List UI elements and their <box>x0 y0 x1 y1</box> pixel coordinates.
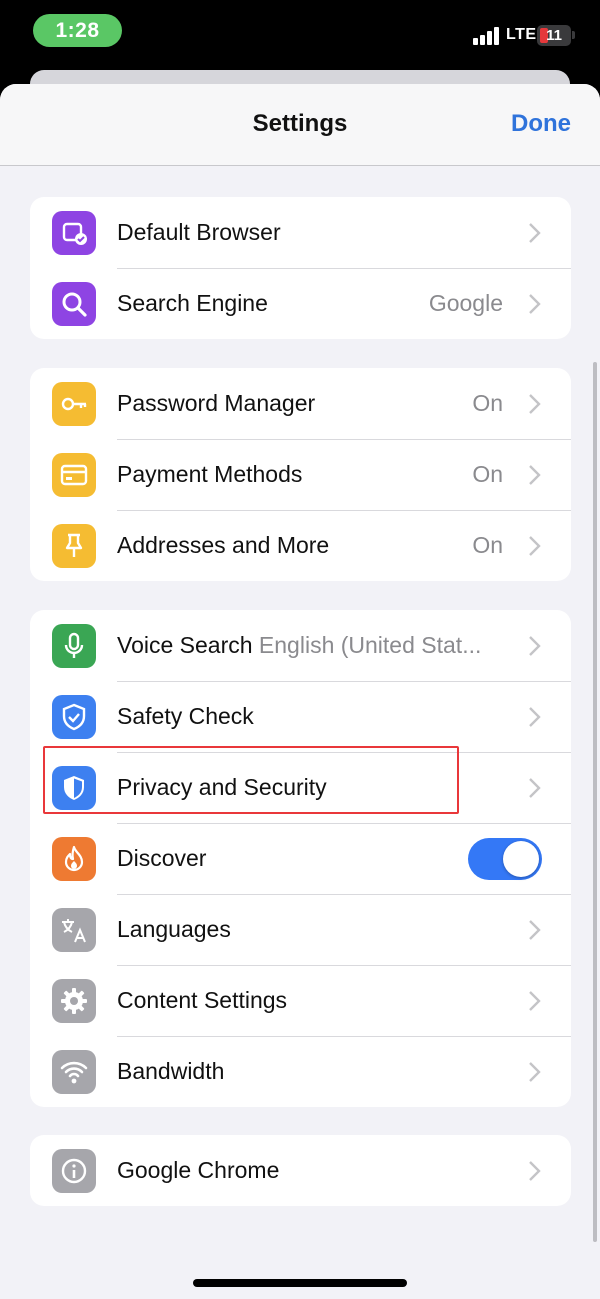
row-discover[interactable]: Discover <box>30 823 571 894</box>
highlight-box <box>43 746 459 814</box>
row-label: Search Engine <box>117 290 268 316</box>
chevron-right-icon <box>529 465 541 485</box>
network-type: LTE <box>506 26 537 43</box>
info-icon <box>52 1149 96 1193</box>
signal-strength-icon <box>473 27 501 45</box>
chevron-right-icon <box>529 536 541 556</box>
shield-check-icon <box>52 695 96 739</box>
row-label: Default Browser <box>117 219 281 245</box>
row-payment-methods[interactable]: Payment Methods On <box>30 439 571 510</box>
row-password-manager[interactable]: Password Manager On <box>30 368 571 439</box>
row-value: On <box>472 390 503 416</box>
credit-card-icon <box>52 453 96 497</box>
search-icon <box>52 282 96 326</box>
row-label: Languages <box>117 916 231 942</box>
battery-level: 11 <box>546 27 562 44</box>
row-label: Addresses and More <box>117 532 330 558</box>
row-label: Content Settings <box>117 987 288 1013</box>
settings-group-general: Voice Search English (United Stat... Saf… <box>30 610 571 1107</box>
row-label-main: Voice Search <box>117 632 253 658</box>
chevron-right-icon <box>529 707 541 727</box>
battery-cap <box>572 31 575 39</box>
home-indicator[interactable] <box>193 1279 407 1287</box>
discover-toggle[interactable] <box>468 838 542 880</box>
row-label: Bandwidth <box>117 1058 225 1084</box>
wifi-icon <box>52 1050 96 1094</box>
row-search-engine[interactable]: Search Engine Google <box>30 268 571 339</box>
chevron-right-icon <box>529 778 541 798</box>
scroll-indicator[interactable] <box>593 362 597 1242</box>
row-bandwidth[interactable]: Bandwidth <box>30 1036 571 1107</box>
row-voice-search[interactable]: Voice Search English (United Stat... <box>30 610 571 681</box>
chevron-right-icon <box>529 636 541 656</box>
translate-icon <box>52 908 96 952</box>
row-value: Google <box>428 290 503 316</box>
page-title: Settings <box>252 110 348 137</box>
row-addresses[interactable]: Addresses and More On <box>30 510 571 581</box>
row-label: Password Manager <box>117 390 316 416</box>
row-label: Payment Methods <box>117 461 303 487</box>
toggle-knob <box>503 841 539 877</box>
status-bar: 1:28 LTE 11 <box>0 0 600 66</box>
microphone-icon <box>52 624 96 668</box>
settings-group-browser: Default Browser Search Engine Google <box>30 197 571 339</box>
row-label: Google Chrome <box>117 1157 280 1183</box>
battery-icon: 11 <box>537 25 571 46</box>
row-label: Voice Search English (United Stat... <box>117 632 481 659</box>
settings-sheet: Settings Done Default Browser Search Eng… <box>0 84 600 1299</box>
row-label: Safety Check <box>117 703 254 729</box>
default-browser-icon <box>52 211 96 255</box>
settings-group-autofill: Password Manager On Payment Methods On A… <box>30 368 571 581</box>
row-safety-check[interactable]: Safety Check <box>30 681 571 752</box>
row-content-settings[interactable]: Content Settings <box>30 965 571 1036</box>
row-value: On <box>472 532 503 558</box>
row-label: Discover <box>117 845 207 871</box>
settings-group-about: Google Chrome <box>30 1135 571 1206</box>
chevron-right-icon <box>529 920 541 940</box>
chevron-right-icon <box>529 294 541 314</box>
navigation-bar: Settings Done <box>0 84 600 166</box>
row-languages[interactable]: Languages <box>30 894 571 965</box>
row-default-browser[interactable]: Default Browser <box>30 197 571 268</box>
gear-icon <box>52 979 96 1023</box>
key-icon <box>52 382 96 426</box>
row-value: On <box>472 461 503 487</box>
chevron-right-icon <box>529 223 541 243</box>
flame-icon <box>52 837 96 881</box>
row-google-chrome[interactable]: Google Chrome <box>30 1135 571 1206</box>
row-sublabel: English (United Stat... <box>258 632 482 658</box>
chevron-right-icon <box>529 991 541 1011</box>
chevron-right-icon <box>529 394 541 414</box>
chevron-right-icon <box>529 1062 541 1082</box>
chevron-right-icon <box>529 1161 541 1181</box>
status-time[interactable]: 1:28 <box>33 14 122 47</box>
done-button[interactable]: Done <box>511 110 571 138</box>
pin-icon <box>52 524 96 568</box>
